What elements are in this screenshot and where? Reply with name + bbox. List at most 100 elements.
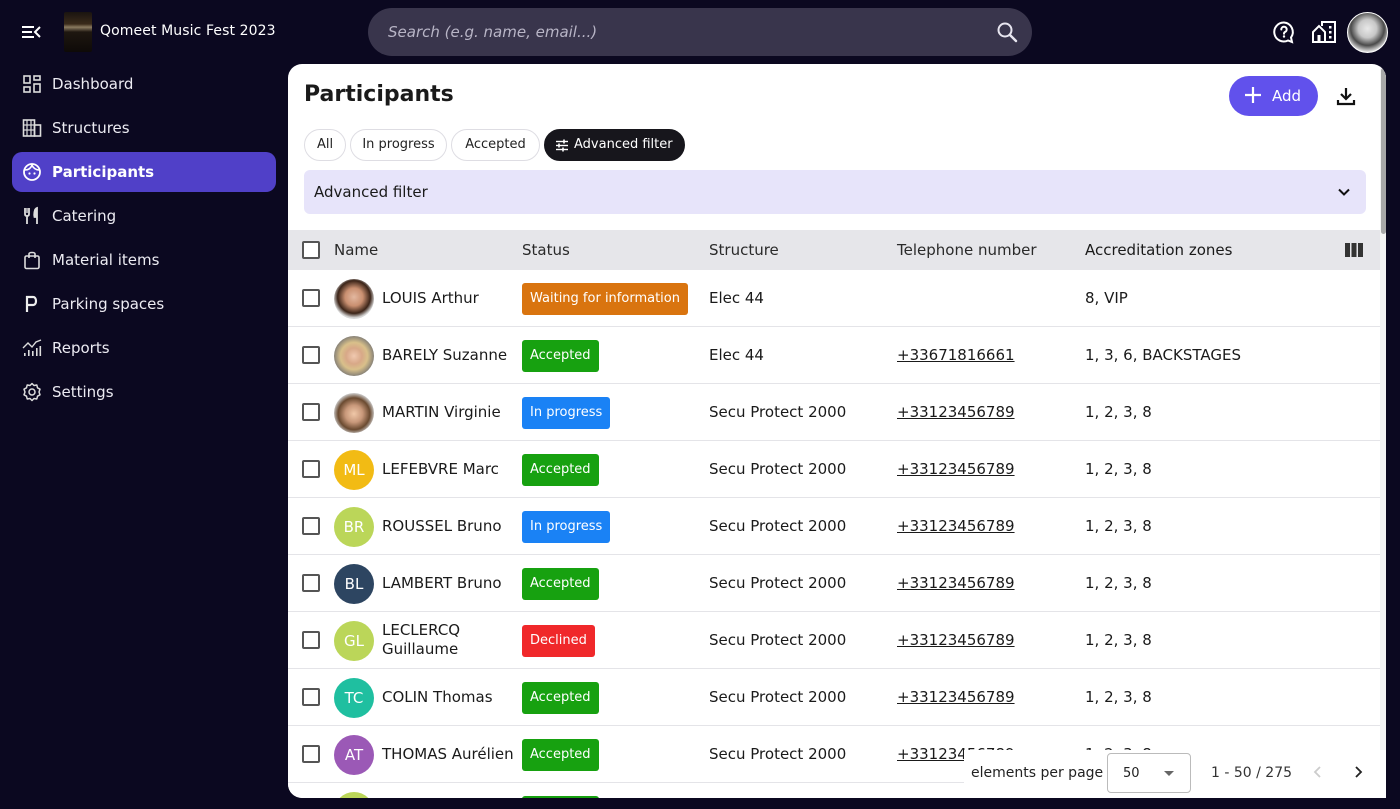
participant-name[interactable]: ROUSSEL Bruno	[382, 517, 522, 536]
columns-icon[interactable]	[1344, 242, 1364, 258]
column-header-structure[interactable]: Structure	[709, 241, 779, 259]
advanced-filter-label: Advanced filter	[314, 183, 428, 201]
sidebar-item-participants[interactable]: Participants	[12, 152, 276, 192]
chip-accepted[interactable]: Accepted	[451, 129, 540, 161]
gear-icon	[23, 382, 41, 402]
chip-advanced-filter[interactable]: Advanced filter	[544, 129, 685, 161]
participant-name[interactable]: LECLERCQ Guillaume	[382, 621, 522, 659]
row-checkbox[interactable]	[302, 460, 320, 478]
chip-all[interactable]: All	[304, 129, 346, 161]
accreditation-zones-cell: 1, 2, 3, 8	[1085, 403, 1152, 421]
participant-name[interactable]: LAMBERT Bruno	[382, 574, 522, 593]
advanced-filter-panel[interactable]: Advanced filter	[304, 170, 1366, 214]
table-row[interactable]: TC COLIN Thomas Accepted Secu Protect 2000 +…	[288, 669, 1380, 726]
sidebar-item-label: Structures	[52, 119, 130, 137]
user-avatar[interactable]	[1347, 12, 1388, 53]
sidebar-item-parking-spaces[interactable]: Parking spaces	[12, 284, 276, 324]
table-row[interactable]: BR ROUSSEL Bruno In progress Secu Protect 2…	[288, 498, 1380, 555]
avatar: BL	[334, 564, 374, 604]
structure-cell: Secu Protect 2000	[709, 403, 847, 421]
status-badge: In progress	[522, 511, 611, 543]
add-participant-button[interactable]: Add	[1229, 76, 1318, 116]
organization-icon[interactable]	[1311, 20, 1337, 44]
table-row[interactable]: BL LAMBERT Bruno Accepted Secu Protect 2000…	[288, 555, 1380, 612]
participant-name[interactable]: BARELY Suzanne	[382, 346, 522, 365]
select-all-checkbox[interactable]	[302, 241, 320, 259]
row-checkbox[interactable]	[302, 631, 320, 649]
status-badge: Accepted	[522, 682, 599, 714]
top-bar: Qomeet Music Fest 2023	[0, 0, 1400, 64]
participant-name[interactable]: LEFEBVRE Marc	[382, 460, 522, 479]
participant-name[interactable]: THOMAS Aurélien	[382, 745, 522, 764]
search-input[interactable]	[388, 8, 988, 56]
sidebar-item-structures[interactable]: Structures	[12, 108, 276, 148]
column-header-accreditation-zones[interactable]: Accreditation zones	[1085, 241, 1232, 259]
column-header-telephone[interactable]: Telephone number	[897, 241, 1037, 259]
chevron-left-icon[interactable]	[1310, 764, 1326, 780]
structure-cell: Elec 44	[709, 346, 764, 364]
accreditation-zones-cell: 1, 2, 3, 8	[1085, 688, 1152, 706]
table-row[interactable]: MARTIN Virginie In progress Secu Protect 2…	[288, 384, 1380, 441]
table-row[interactable]: BARELY Suzanne Accepted Elec 44 +3367181666…	[288, 327, 1380, 384]
avatar	[334, 336, 374, 376]
row-checkbox[interactable]	[302, 517, 320, 535]
telephone-link[interactable]: +33123456789	[897, 403, 1015, 421]
sidebar-item-reports[interactable]: Reports	[12, 328, 276, 368]
participant-name[interactable]: LOUIS Arthur	[382, 289, 522, 308]
sidebar-item-label: Parking spaces	[52, 295, 165, 313]
row-checkbox[interactable]	[302, 574, 320, 592]
telephone-link[interactable]: +33123456789	[897, 517, 1015, 535]
sidebar-item-material-items[interactable]: Material items	[12, 240, 276, 280]
search-bar	[368, 8, 1032, 56]
per-page-select[interactable]: 50	[1107, 753, 1191, 793]
status-badge: Declined	[522, 625, 595, 657]
accreditation-zones-cell: 1, 2, 3, 8	[1085, 574, 1152, 592]
bag-icon	[24, 251, 40, 270]
status-badge: Accepted	[522, 796, 599, 798]
column-header-status[interactable]: Status	[522, 241, 570, 259]
participant-name[interactable]: COLIN Thomas	[382, 688, 522, 707]
row-checkbox[interactable]	[302, 745, 320, 763]
chevron-right-icon[interactable]	[1350, 764, 1366, 780]
row-checkbox[interactable]	[302, 289, 320, 307]
sidebar-item-dashboard[interactable]: Dashboard	[12, 64, 276, 104]
telephone-link[interactable]: +33123456789	[897, 631, 1015, 649]
chevron-down-icon	[1338, 188, 1350, 196]
row-checkbox[interactable]	[302, 403, 320, 421]
structure-cell: Elec 44	[709, 289, 764, 307]
status-badge: Accepted	[522, 568, 599, 600]
sidebar-item-label: Participants	[52, 163, 155, 181]
parking-icon	[25, 295, 38, 312]
row-checkbox[interactable]	[302, 346, 320, 364]
table-row[interactable]: ML LEFEBVRE Marc Accepted Secu Protect 2000…	[288, 441, 1380, 498]
column-header-name[interactable]: Name	[334, 241, 378, 259]
pagination: elements per page 50 1 - 50 / 275	[964, 750, 1386, 798]
table-header: Name Status Structure Telephone number A…	[288, 230, 1380, 270]
table-row[interactable]: LOUIS Arthur Waiting for information Elec …	[288, 270, 1380, 327]
sidebar-item-label: Dashboard	[52, 75, 134, 93]
table-row[interactable]: GL LECLERCQ Guillaume Declined Secu Protect…	[288, 612, 1380, 669]
telephone-link[interactable]: +33123456789	[897, 574, 1015, 592]
download-icon[interactable]	[1336, 86, 1356, 106]
search-icon[interactable]	[996, 21, 1018, 43]
chip-label: Advanced filter	[574, 137, 673, 152]
help-icon[interactable]	[1272, 20, 1296, 44]
telephone-link[interactable]: +33123456789	[897, 460, 1015, 478]
participant-name[interactable]: MARTIN Virginie	[382, 403, 522, 422]
per-page-label: elements per page	[971, 765, 1104, 781]
telephone-link[interactable]: +33671816661	[897, 346, 1015, 364]
telephone-link[interactable]: +33123456789	[897, 688, 1015, 706]
chip-in-progress[interactable]: In progress	[350, 129, 447, 161]
accreditation-zones-cell: 1, 3, 6, BACKSTAGES	[1085, 346, 1241, 364]
avatar: AT	[334, 735, 374, 775]
sidebar-item-catering[interactable]: Catering	[12, 196, 276, 236]
row-checkbox[interactable]	[302, 688, 320, 706]
structure-cell: Secu Protect 2000	[709, 688, 847, 706]
avatar	[334, 792, 374, 798]
menu-collapse-icon[interactable]	[20, 22, 42, 42]
filter-sliders-icon	[556, 139, 568, 152]
sidebar-item-settings[interactable]: Settings	[12, 372, 276, 412]
status-badge: Accepted	[522, 340, 599, 372]
scrollbar-thumb[interactable]	[1381, 68, 1386, 234]
accreditation-zones-cell: 1, 2, 3, 8	[1085, 517, 1152, 535]
